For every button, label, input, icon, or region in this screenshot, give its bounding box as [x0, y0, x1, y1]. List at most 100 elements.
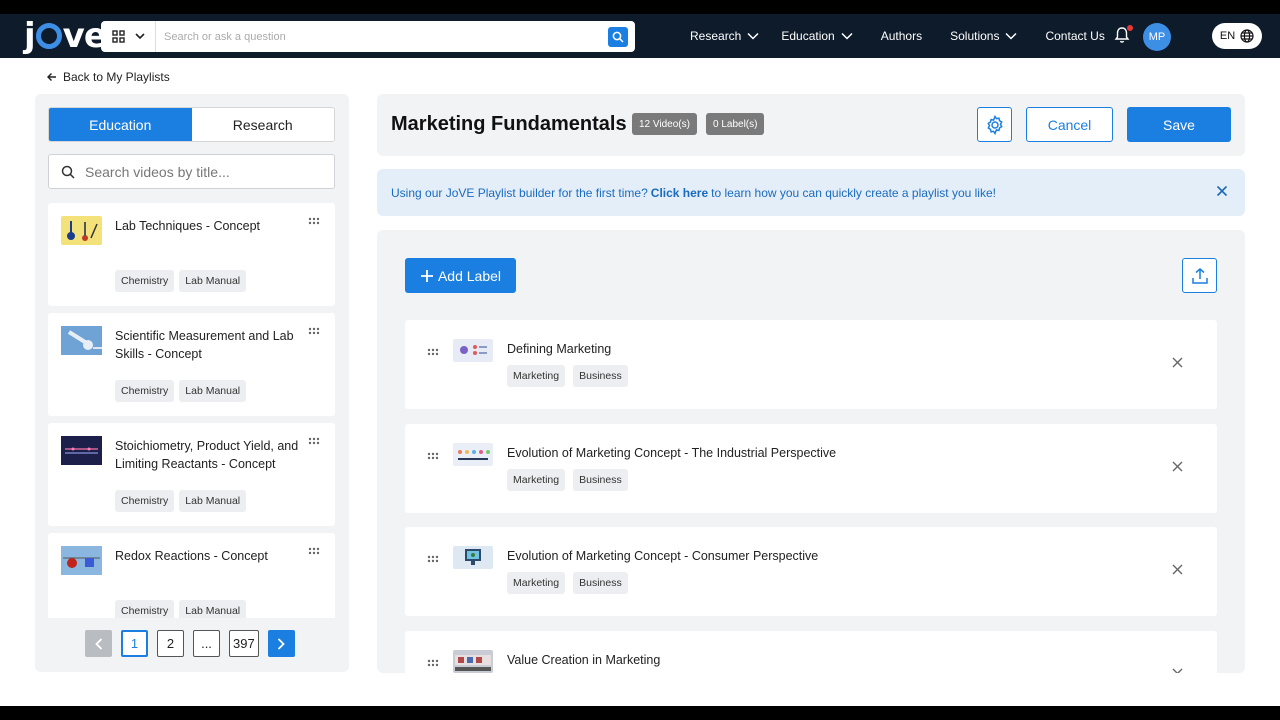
page-button-2[interactable]: 2	[157, 630, 184, 657]
nav-education[interactable]: Education	[781, 29, 853, 43]
tag: Chemistry	[115, 490, 175, 512]
video-tags: Marketing Business	[507, 365, 628, 387]
video-tags: Marketing Business	[507, 469, 628, 491]
upload-button[interactable]	[1182, 258, 1217, 293]
video-tags: Marketing Business	[507, 572, 628, 594]
info-text: Using our JoVE Playlist builder for the …	[391, 185, 648, 200]
remove-icon[interactable]	[1172, 668, 1183, 673]
category-selector[interactable]	[101, 21, 156, 52]
nav-label: Education	[781, 29, 835, 43]
video-title: Redox Reactions - Concept	[115, 549, 268, 563]
nav-authors[interactable]: Authors	[881, 29, 922, 43]
page-title: Marketing Fundamentals	[391, 113, 627, 135]
list-item[interactable]: Stoichiometry, Product Yield, and Limiti…	[48, 423, 335, 526]
cancel-button[interactable]: Cancel	[1026, 107, 1113, 142]
chevron-down-icon	[1005, 32, 1017, 40]
video-library-panel: Education Research Lab Techniques - Conc…	[35, 94, 349, 672]
info-link[interactable]: Click here	[651, 186, 708, 200]
chevron-down-icon	[134, 33, 145, 40]
settings-button[interactable]	[977, 107, 1012, 142]
video-tags: Chemistry Lab Manual	[115, 270, 247, 292]
tab-education[interactable]: Education	[49, 108, 192, 141]
chevron-left-icon	[94, 637, 102, 650]
video-title: Value Creation in Marketing	[507, 653, 661, 667]
list-item[interactable]: Lab Techniques - Concept Chemistry Lab M…	[48, 203, 335, 306]
chevron-down-icon	[747, 32, 759, 40]
add-label-button[interactable]: Add Label	[405, 258, 516, 293]
playlist-item[interactable]: Evolution of Marketing Concept - The Ind…	[405, 424, 1217, 513]
playlist-item[interactable]: Evolution of Marketing Concept - Consume…	[405, 527, 1217, 616]
drag-handle-icon[interactable]	[427, 348, 439, 356]
playlist-builder: Add Label Defining Marketing Marketing B…	[377, 230, 1245, 673]
page-ellipsis: ...	[193, 630, 220, 657]
remove-icon[interactable]	[1172, 461, 1183, 472]
video-title: Stoichiometry, Product Yield, and Limiti…	[115, 439, 299, 471]
video-search-input[interactable]	[85, 163, 315, 180]
drag-handle-icon[interactable]	[308, 217, 320, 225]
video-thumbnail	[453, 443, 493, 466]
chevron-right-icon	[278, 637, 285, 650]
page-button-last[interactable]: 397	[229, 630, 259, 657]
video-title: Evolution of Marketing Concept - Consume…	[507, 549, 819, 563]
info-banner: Using our JoVE Playlist builder for the …	[377, 169, 1245, 216]
main-nav: Research Education Authors Solutions Con…	[690, 14, 1105, 58]
playlist-item[interactable]: Value Creation in Marketing	[405, 631, 1217, 673]
drag-handle-icon[interactable]	[308, 327, 320, 335]
library-tabs: Education Research	[48, 107, 335, 142]
drag-handle-icon[interactable]	[427, 452, 439, 460]
language-selector[interactable]: EN	[1212, 23, 1262, 49]
video-tags: Chemistry Lab Manual	[115, 490, 247, 512]
tag: Marketing	[507, 469, 566, 491]
tag: Chemistry	[115, 270, 175, 292]
drag-handle-icon[interactable]	[308, 437, 320, 445]
nav-solutions[interactable]: Solutions	[950, 29, 1017, 43]
nav-research[interactable]: Research	[690, 29, 759, 43]
grid-icon	[111, 30, 125, 43]
notification-dot	[1127, 25, 1133, 31]
next-page-button[interactable]	[267, 630, 295, 657]
chevron-down-icon	[841, 32, 853, 40]
avatar[interactable]: MP	[1143, 23, 1171, 51]
video-title: Lab Techniques - Concept	[115, 219, 261, 233]
nav-label: Authors	[880, 29, 923, 43]
gear-icon	[986, 114, 1003, 135]
remove-icon[interactable]	[1172, 564, 1183, 575]
drag-handle-icon[interactable]	[308, 547, 320, 555]
nav-contact-us[interactable]: Contact Us	[1045, 29, 1104, 43]
search-icon	[61, 165, 75, 179]
nav-label: Solutions	[950, 29, 1000, 43]
close-icon[interactable]	[1216, 185, 1228, 197]
info-text-post: to learn how you can quickly create a pl…	[711, 185, 996, 200]
plus-icon	[420, 269, 433, 282]
list-item[interactable]: Redox Reactions - Concept Chemistry Lab …	[48, 533, 335, 618]
tag: Business	[573, 572, 628, 594]
global-search	[101, 21, 635, 52]
prev-page-button[interactable]	[85, 630, 112, 657]
drag-handle-icon[interactable]	[427, 555, 439, 563]
language-label: EN	[1219, 30, 1236, 42]
tag: Chemistry	[115, 380, 175, 402]
video-title: Defining Marketing	[507, 342, 612, 356]
drag-handle-icon[interactable]	[427, 659, 439, 667]
search-input[interactable]	[156, 30, 608, 43]
top-navbar: jve Research Education Authors Solutions…	[0, 14, 1280, 58]
back-link[interactable]: Back to My Playlists	[47, 70, 170, 84]
tab-research[interactable]: Research	[191, 108, 334, 141]
save-button[interactable]: Save	[1127, 107, 1231, 142]
search-button[interactable]	[608, 26, 628, 47]
tag: Business	[573, 469, 628, 491]
globe-icon	[1240, 29, 1254, 43]
video-list: Lab Techniques - Concept Chemistry Lab M…	[48, 203, 335, 618]
playlist-header: Marketing Fundamentals 12 Video(s) 0 Lab…	[377, 94, 1245, 156]
nav-label: Research	[690, 29, 742, 43]
tag: Lab Manual	[179, 600, 247, 618]
list-item[interactable]: Scientific Measurement and Lab Skills - …	[48, 313, 335, 416]
playlist-item[interactable]: Defining Marketing Marketing Business	[405, 320, 1217, 409]
jove-logo[interactable]: j ve	[24, 16, 107, 56]
search-icon	[612, 31, 624, 43]
video-thumbnail	[61, 216, 102, 245]
page-button-1[interactable]: 1	[121, 630, 148, 657]
video-thumbnail	[453, 650, 493, 673]
arrow-left-icon	[47, 73, 56, 81]
remove-icon[interactable]	[1172, 357, 1183, 368]
